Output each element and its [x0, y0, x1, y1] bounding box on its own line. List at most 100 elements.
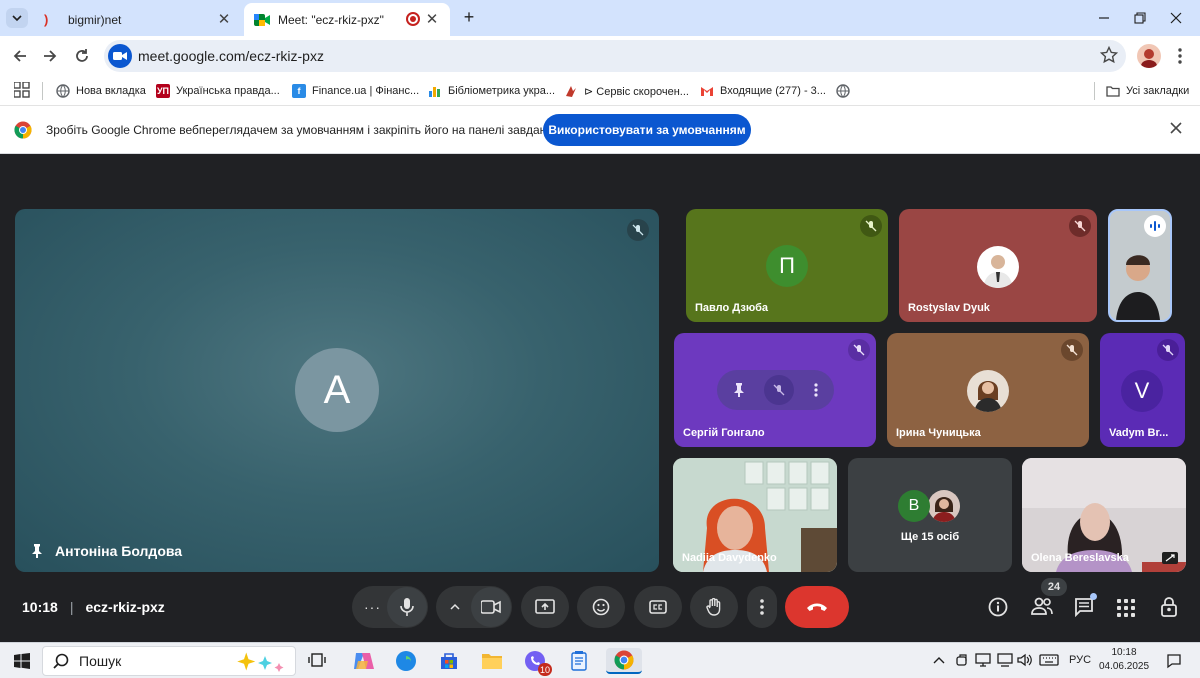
minimize-button[interactable]	[1090, 4, 1118, 32]
microphone-button[interactable]	[387, 587, 427, 627]
leave-call-button[interactable]	[785, 586, 849, 628]
keyboard-icon[interactable]	[1039, 653, 1059, 667]
taskbar-copilot[interactable]	[350, 648, 376, 674]
chrome-icon	[614, 650, 634, 670]
forward-button[interactable]	[36, 42, 64, 70]
participant-avatar: П	[766, 245, 808, 287]
camera-button[interactable]	[471, 587, 511, 627]
host-controls-button[interactable]	[1160, 597, 1178, 617]
mute-participant-icon[interactable]	[764, 375, 795, 405]
clock[interactable]: 10:18 04.06.2025	[1094, 646, 1154, 674]
tab-meet[interactable]: Meet: "ecz-rkiz-pxz" ✕	[244, 3, 450, 36]
participant-tile[interactable]: П Павло Дзюба	[686, 209, 888, 322]
expand-tile-icon[interactable]	[1162, 552, 1178, 564]
taskbar-search-box[interactable]: Пошук	[42, 646, 296, 676]
volume-icon[interactable]	[1017, 653, 1033, 667]
bookmark-servis[interactable]: ⊳ Сервіс скорочен...	[564, 81, 689, 101]
taskbar-store[interactable]	[436, 648, 462, 674]
reactions-button[interactable]	[577, 586, 625, 628]
taskbar-chrome[interactable]	[606, 648, 642, 674]
apps-grid-icon	[1117, 599, 1135, 617]
chevron-up-icon[interactable]	[450, 603, 460, 611]
service-icon	[564, 84, 578, 98]
main-participant-tile[interactable]: A Антоніна Болдова	[15, 209, 659, 572]
tab-search-button[interactable]	[6, 8, 28, 28]
participant-tile[interactable]: Ірина Чуницька	[887, 333, 1089, 447]
display-icon[interactable]	[975, 653, 991, 667]
close-tab-icon[interactable]: ✕	[422, 9, 442, 29]
present-button[interactable]	[521, 586, 569, 628]
divider	[1094, 82, 1095, 100]
network-icon[interactable]	[997, 653, 1013, 667]
main-participant-label: Антоніна Болдова	[31, 543, 182, 559]
people-icon	[1030, 597, 1054, 615]
all-bookmarks-button[interactable]: Усі закладки	[1106, 81, 1189, 101]
bookmark-pravda[interactable]: УП Українська правда...	[156, 81, 280, 101]
activities-button[interactable]	[1117, 599, 1135, 617]
participant-name: Olena Bereslavska	[1031, 552, 1129, 564]
participant-tile[interactable]: Olena Bereslavska	[1022, 458, 1186, 572]
participant-tile[interactable]: Rostyslav Dyuk	[899, 209, 1097, 322]
captions-button[interactable]	[634, 586, 682, 628]
reload-button[interactable]	[68, 42, 96, 70]
meeting-details-button[interactable]	[988, 597, 1008, 617]
back-button[interactable]	[6, 42, 34, 70]
present-screen-icon	[535, 599, 555, 615]
bookmark-gmail[interactable]: Входящие (277) - 3...	[700, 81, 826, 101]
set-default-button[interactable]: Використовувати за умовчанням	[543, 114, 751, 146]
site-info-icon[interactable]	[108, 44, 132, 68]
microphone-icon	[400, 598, 414, 616]
bookmark-finance[interactable]: f Finance.ua | Фінанс...	[292, 81, 419, 101]
infobar-message: Зробіть Google Chrome вебпереглядачем за…	[46, 123, 553, 137]
close-infobar-icon[interactable]	[1170, 122, 1182, 134]
chevron-up-icon[interactable]	[933, 656, 945, 664]
people-button[interactable]	[1030, 597, 1054, 615]
more-horiz-icon[interactable]: ···	[364, 599, 381, 615]
mic-control-group: ···	[352, 586, 428, 628]
close-window-button[interactable]	[1162, 4, 1190, 32]
restore-button[interactable]	[1126, 4, 1154, 32]
copilot-sparkle-icon	[235, 651, 287, 673]
task-view-icon	[308, 653, 326, 669]
pin-icon[interactable]	[733, 383, 745, 397]
more-vert-icon[interactable]	[814, 383, 818, 397]
bookmark-star-icon[interactable]	[1100, 46, 1118, 64]
search-placeholder: Пошук	[79, 653, 122, 669]
new-tab-button[interactable]: +	[458, 6, 480, 28]
taskbar-explorer[interactable]	[479, 648, 505, 674]
start-button[interactable]	[9, 648, 35, 674]
bars-icon	[428, 84, 442, 98]
onedrive-icon[interactable]	[955, 653, 969, 667]
arrow-left-icon	[12, 48, 28, 64]
chrome-icon	[14, 121, 32, 139]
notepad-icon	[570, 651, 588, 671]
task-view-button[interactable]	[304, 648, 330, 674]
speaking-indicator-icon	[1144, 215, 1166, 237]
close-tab-icon[interactable]: ✕	[214, 9, 234, 29]
bookmark-nova-vkladka[interactable]: Нова вкладка	[56, 81, 146, 101]
participant-name: Rostyslav Dyuk	[908, 302, 990, 314]
more-options-button[interactable]	[747, 586, 777, 628]
notifications-icon[interactable]	[1166, 653, 1182, 669]
apps-icon[interactable]	[14, 82, 30, 98]
raise-hand-button[interactable]	[690, 586, 738, 628]
bookmark-label: Finance.ua | Фінанс...	[312, 85, 420, 97]
taskbar-viber[interactable]: 10	[522, 648, 552, 676]
chat-button[interactable]	[1074, 593, 1097, 617]
participant-tile[interactable]: Сергій Гонгало	[674, 333, 876, 447]
menu-button[interactable]	[1166, 42, 1194, 70]
participant-avatar: A	[295, 348, 379, 432]
bookmark-bibliometryka[interactable]: Бібліометрика укра...	[428, 81, 555, 101]
address-bar[interactable]: meet.google.com/ecz-rkiz-pxz	[104, 40, 1126, 72]
taskbar-notepad[interactable]	[566, 648, 592, 674]
participant-name: Сергій Гонгало	[683, 427, 765, 439]
taskbar-edge[interactable]	[393, 648, 419, 674]
participant-tile[interactable]: V Vadym Br...	[1100, 333, 1185, 447]
participant-tile[interactable]: Nadiia Davydenko	[673, 458, 837, 572]
self-video-tile[interactable]	[1108, 209, 1172, 322]
others-tile[interactable]: B Ще 15 осіб	[848, 458, 1012, 572]
profile-avatar[interactable]	[1137, 44, 1161, 68]
input-language[interactable]: РУС	[1069, 654, 1091, 666]
tab-bigmir[interactable]: ) bigmir)net ✕	[34, 3, 242, 36]
bookmark-globe[interactable]	[836, 81, 856, 101]
